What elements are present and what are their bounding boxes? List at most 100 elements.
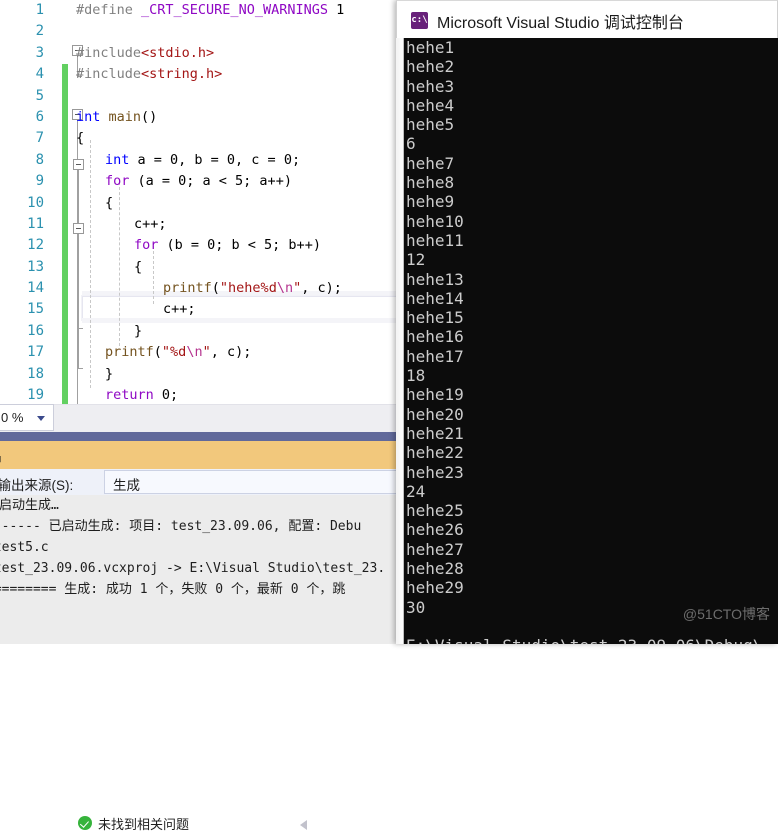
code-line-text: c++; [163, 299, 196, 320]
code-line[interactable]: 2 [0, 21, 420, 42]
console-line: hehe25 [406, 501, 464, 521]
code-line-text: int a = 0, b = 0, c = 0; [105, 150, 300, 171]
code-token: <string.h> [141, 66, 223, 83]
console-line: hehe17 [406, 346, 464, 366]
output-source-combobox[interactable]: 生成 [104, 470, 434, 494]
code-token: { [76, 130, 85, 147]
code-line[interactable]: 17 printf("%d\n", c); [0, 342, 420, 363]
console-line: hehe9 [406, 192, 455, 212]
line-number: 4 [35, 66, 44, 83]
line-number: 9 [35, 173, 44, 190]
editor-status-strip: 未找到相关问题 [0, 404, 420, 832]
console-line: hehe5 [406, 115, 455, 135]
code-line[interactable]: 9 for (a = 0; a < 5; a++) [0, 171, 420, 192]
console-line: hehe26 [406, 520, 464, 540]
code-line-text: #include<stdio.h> [76, 43, 214, 64]
code-token: for [105, 173, 130, 190]
scroll-left-arrow-icon[interactable] [300, 820, 307, 830]
output-line: >test5.c [0, 540, 49, 555]
zoom-level-combobox[interactable]: 0 % [0, 404, 54, 431]
code-token: ( [211, 280, 220, 297]
console-output-area[interactable]: hehe1 hehe2 hehe3 hehe4 hehe5 6 hehe7 hehe8 hehe… [404, 38, 778, 644]
chevron-down-icon [37, 416, 45, 421]
console-line: hehe23 [406, 462, 464, 482]
line-number: 13 [27, 258, 44, 275]
watermark-label: @51CTO博客 [682, 606, 770, 622]
debug-console-window[interactable]: c:\ Microsoft Visual Studio 调试控制台 hehe1 h… [396, 0, 778, 644]
line-number: 2 [35, 23, 44, 40]
code-token: (b = 0; b < 5; b++) [158, 237, 321, 254]
console-line: hehe28 [406, 559, 464, 579]
line-number: 18 [27, 365, 44, 382]
output-panel-toolbar: 示输出来源(S): 生成 [0, 469, 434, 495]
console-line: hehe14 [406, 288, 464, 308]
code-line[interactable]: 13 { [0, 257, 420, 278]
code-line-text: for (a = 0; a < 5; a++) [105, 171, 292, 192]
code-line-text: } [105, 364, 113, 385]
code-token: int [76, 108, 101, 125]
panel-separator-bar [0, 432, 420, 441]
code-line[interactable]: 16} [0, 321, 420, 342]
code-token: , c); [301, 280, 342, 297]
code-line[interactable]: 1 #define _CRT_SECURE_NO_WARNINGS 1 [0, 0, 420, 21]
code-line[interactable]: 8 int a = 0, b = 0, c = 0; [0, 150, 420, 171]
code-token: { [134, 258, 143, 275]
console-app-icon: c:\ [411, 12, 428, 29]
console-title-label: Microsoft Visual Studio 调试控制台 [437, 15, 684, 32]
problems-status: 未找到相关问题 [78, 814, 189, 832]
code-line[interactable]: 11 c++; [0, 214, 420, 235]
code-token: , c); [210, 344, 252, 361]
console-line: hehe8 [406, 173, 455, 193]
output-line: >test_23.09.06.vcxproj -> E:\Visual Stud… [0, 561, 386, 576]
code-line[interactable]: 7{ [0, 128, 420, 149]
code-line[interactable]: 5 [0, 86, 420, 107]
output-line: 已启动生成… [0, 498, 59, 513]
console-title-bar[interactable]: c:\ Microsoft Visual Studio 调试控制台 [396, 0, 778, 38]
code-line-text: printf("hehe%d\n", c); [163, 278, 342, 299]
line-number: 12 [27, 237, 44, 254]
console-line: 18 [406, 366, 426, 386]
code-line[interactable]: 19 return 0; [0, 385, 420, 404]
code-line[interactable]: 18} [0, 364, 420, 385]
code-line-text: printf("%d\n", c); [105, 342, 251, 363]
code-token: <stdio.h> [141, 44, 215, 61]
output-panel-tab-label: 出 [0, 446, 2, 466]
code-editor[interactable]: 1 #define _CRT_SECURE_NO_WARNINGS 1 2 3 #inc… [0, 0, 420, 404]
line-number: 6 [35, 108, 44, 125]
code-line-text: return 0; [105, 385, 178, 404]
code-token: _CRT_SECURE_NO_WARNINGS [141, 2, 328, 18]
console-line: hehe10 [406, 211, 464, 231]
success-check-icon [78, 816, 92, 830]
line-number: 7 [35, 130, 44, 147]
console-line: hehe2 [406, 57, 455, 77]
console-line: hehe27 [406, 539, 464, 559]
output-panel-tab[interactable]: 出 [0, 441, 420, 469]
line-number: 10 [27, 194, 44, 211]
console-line: hehe4 [406, 95, 455, 115]
console-line: hehe1 [406, 38, 455, 57]
code-line[interactable]: 15 c++; [0, 299, 420, 320]
console-line: hehe20 [406, 404, 464, 424]
code-token: (a = 0; a < 5; a++) [129, 173, 292, 190]
code-line-text: for (b = 0; b < 5; b++) [134, 235, 321, 256]
line-number: 11 [27, 215, 44, 232]
line-number: 5 [35, 87, 44, 104]
console-line: hehe7 [406, 153, 455, 173]
code-line[interactable]: 3 #include<stdio.h> [0, 43, 420, 64]
console-line: hehe29 [406, 578, 464, 598]
code-line[interactable]: 14 printf("hehe%d\n", c); [0, 278, 420, 299]
line-number: 19 [27, 387, 44, 404]
code-line[interactable]: 12 for (b = 0; b < 5; b++) [0, 235, 420, 256]
code-line[interactable]: 10 { [0, 193, 420, 214]
console-line: 12 [406, 250, 426, 270]
code-token: return [105, 387, 154, 404]
code-line[interactable]: 6 int main() [0, 107, 420, 128]
console-line: hehe21 [406, 423, 464, 443]
code-line-text: #include<string.h> [76, 64, 222, 85]
code-token: () [141, 108, 158, 125]
code-token: \n [276, 280, 294, 297]
console-left-scroll-strip[interactable] [396, 38, 404, 644]
output-panel-body[interactable]: 已启动生成… >------ 已启动生成: 项目: test_23.09.06, … [0, 495, 420, 644]
code-line[interactable]: 4 #include<string.h> [0, 64, 420, 85]
